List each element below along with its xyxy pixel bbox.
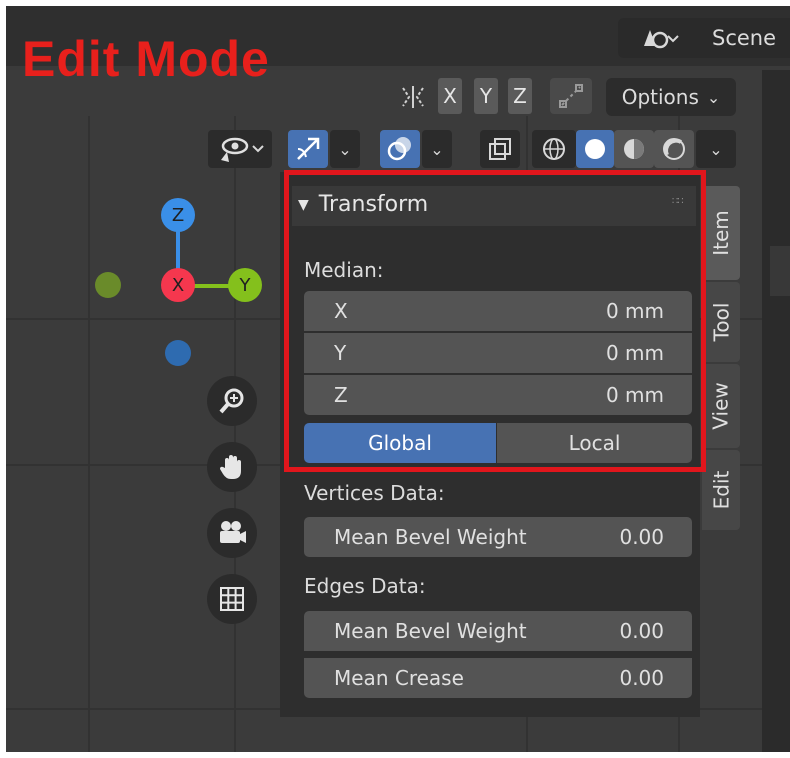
edit-mode-annotation: Edit Mode xyxy=(22,31,270,87)
options-label: Options xyxy=(621,85,699,109)
field-label: Y xyxy=(334,341,347,365)
y-axis-line xyxy=(190,284,230,288)
edges-data-label: Edges Data: xyxy=(304,574,426,598)
tab-edit[interactable]: Edit xyxy=(702,450,740,530)
camera-view-button[interactable] xyxy=(207,508,257,558)
chevron-down-icon: ⌄ xyxy=(709,139,723,159)
rendered-shading-button[interactable] xyxy=(654,130,694,168)
gizmo-toggle-button[interactable] xyxy=(288,130,328,168)
eye-icon xyxy=(221,137,264,162)
median-x-field[interactable]: X 0 mm xyxy=(304,291,692,331)
drag-handle-icon[interactable]: ∷∷ xyxy=(672,196,684,207)
grid-line xyxy=(88,116,90,752)
tab-label: View xyxy=(709,382,733,430)
xray-icon xyxy=(489,138,511,160)
field-value: 0 mm xyxy=(605,383,664,407)
scene-name-label: Scene xyxy=(711,26,777,50)
local-space-button[interactable]: Local xyxy=(497,423,692,463)
chevron-down-icon: ⌄ xyxy=(706,87,721,107)
x-axis-handle[interactable]: X xyxy=(161,268,195,302)
field-value: 0 mm xyxy=(605,341,664,365)
hand-icon xyxy=(219,455,241,479)
mirror-y-toggle[interactable]: Y xyxy=(474,78,498,114)
zoom-button[interactable] xyxy=(207,376,257,426)
material-sphere-icon xyxy=(624,139,644,159)
field-label: Mean Crease xyxy=(334,666,464,690)
tab-label: Item xyxy=(709,210,733,256)
y-axis-handle[interactable]: Y xyxy=(228,268,262,302)
pan-button[interactable] xyxy=(207,442,257,492)
overlays-icon xyxy=(387,137,411,161)
chevron-down-icon: ⌄ xyxy=(338,139,352,159)
wireframe-sphere-icon xyxy=(543,138,565,160)
mirror-x-toggle[interactable]: X xyxy=(438,78,462,114)
neg-y-axis-handle[interactable] xyxy=(95,272,121,298)
material-shading-button[interactable] xyxy=(614,130,654,168)
field-label: X xyxy=(334,299,348,323)
outliner-icon xyxy=(770,246,790,296)
vertex-mean-bevel-weight-field[interactable]: Mean Bevel Weight 0.00 xyxy=(304,517,692,557)
global-space-button[interactable]: Global xyxy=(304,423,496,463)
field-value: 0 mm xyxy=(605,299,664,323)
options-dropdown[interactable]: Options ⌄ xyxy=(606,78,736,116)
overlays-toggle-button[interactable] xyxy=(380,130,420,168)
field-label: Z xyxy=(334,383,348,407)
tab-item[interactable]: Item xyxy=(702,186,740,280)
z-axis-line xyxy=(176,230,180,270)
grid-icon xyxy=(220,587,244,611)
scene-name-field[interactable]: Scene xyxy=(698,18,790,58)
z-axis-handle[interactable]: Z xyxy=(161,198,195,232)
chevron-down-icon: ⌄ xyxy=(430,139,444,159)
transform-title-label: Transform xyxy=(318,192,429,217)
median-z-field[interactable]: Z 0 mm xyxy=(304,375,692,415)
scene-selector-button[interactable] xyxy=(618,18,698,58)
camera-icon xyxy=(220,521,246,543)
tab-view[interactable]: View xyxy=(702,364,740,448)
edge-mean-crease-field[interactable]: Mean Crease 0.00 xyxy=(304,658,692,698)
median-y-field[interactable]: Y 0 mm xyxy=(304,333,692,373)
edge-mean-bevel-weight-field[interactable]: Mean Bevel Weight 0.00 xyxy=(304,611,692,651)
right-region xyxy=(762,70,790,752)
zoom-icon xyxy=(219,388,244,414)
scene-icon xyxy=(644,30,679,49)
xray-toggle-button[interactable] xyxy=(480,130,520,168)
disclosure-triangle-icon: ▼ xyxy=(298,196,309,213)
field-value: 0.00 xyxy=(619,666,664,690)
tab-label: Edit xyxy=(709,470,734,510)
wireframe-shading-button[interactable] xyxy=(532,130,576,168)
solid-shading-button[interactable] xyxy=(576,130,614,168)
gizmo-dropdown[interactable]: ⌄ xyxy=(330,130,360,168)
mirror-z-toggle[interactable]: Z xyxy=(508,78,532,114)
solid-sphere-icon xyxy=(585,139,605,159)
mirror-icon xyxy=(398,80,428,114)
field-label: Mean Bevel Weight xyxy=(334,525,527,549)
ortho-toggle-button[interactable] xyxy=(207,574,257,624)
field-value: 0.00 xyxy=(619,525,664,549)
grid-line xyxy=(234,116,236,752)
transform-panel-title[interactable]: ▼ Transform xyxy=(298,192,428,217)
shading-dropdown[interactable]: ⌄ xyxy=(696,130,736,168)
field-value: 0.00 xyxy=(619,619,664,643)
neg-z-axis-handle[interactable] xyxy=(165,340,191,366)
tab-tool[interactable]: Tool xyxy=(702,282,740,362)
median-label: Median: xyxy=(304,258,384,282)
overlays-dropdown[interactable]: ⌄ xyxy=(422,130,452,168)
vertices-data-label: Vertices Data: xyxy=(304,481,445,505)
gizmo-icon xyxy=(297,137,320,160)
tab-label: Tool xyxy=(709,302,734,342)
rendered-sphere-icon xyxy=(663,138,685,160)
auto-merge-icon[interactable] xyxy=(550,78,592,114)
field-label: Mean Bevel Weight xyxy=(334,619,527,643)
visibility-dropdown[interactable] xyxy=(208,130,272,168)
